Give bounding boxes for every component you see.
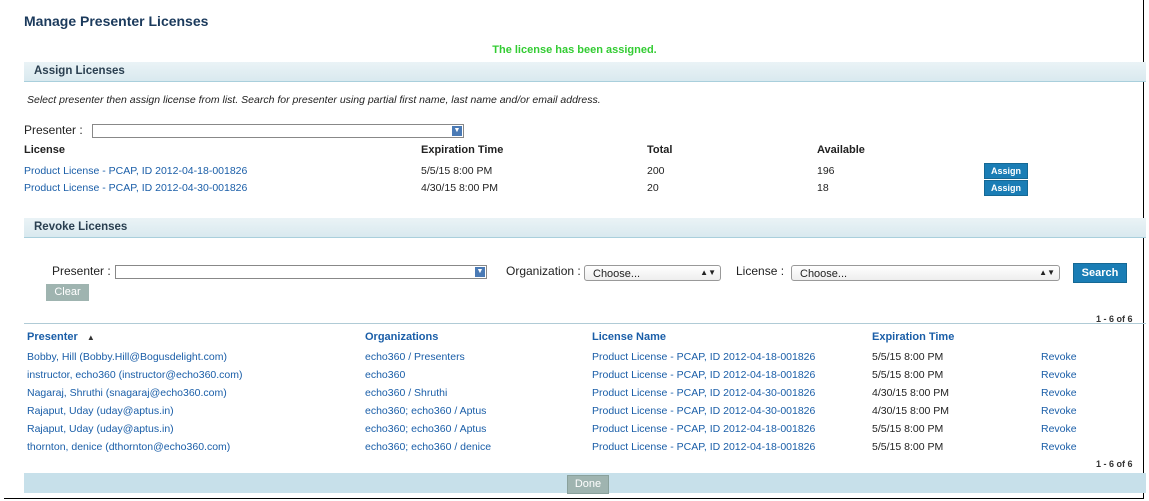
success-message: The license has been assigned. xyxy=(492,44,657,56)
license-link[interactable]: Product License - PCAP, ID 2012-04-18-00… xyxy=(24,165,247,177)
col-license-name[interactable]: License Name xyxy=(592,331,666,343)
license-label: License : xyxy=(736,264,785,278)
assign-section-title: Assign Licenses xyxy=(34,65,125,77)
expiration-cell: 4/30/15 8:00 PM xyxy=(872,387,950,399)
presenter-link[interactable]: Rajaput, Uday (uday@aptus.in) xyxy=(27,423,174,435)
revoke-link[interactable]: Revoke xyxy=(1041,351,1077,363)
license-link[interactable]: Product License - PCAP, ID 2012-04-30-00… xyxy=(24,182,247,194)
revoke-presenter-label: Presenter : xyxy=(52,264,111,278)
license-link[interactable]: Product License - PCAP, ID 2012-04-30-00… xyxy=(592,405,815,417)
total-cell: 200 xyxy=(647,165,665,177)
col-organizations[interactable]: Organizations xyxy=(365,331,438,343)
license-link[interactable]: Product License - PCAP, ID 2012-04-18-00… xyxy=(592,423,815,435)
chevron-down-icon: ▼ xyxy=(452,126,462,136)
col-available: Available xyxy=(817,144,865,156)
assign-button[interactable]: Assign xyxy=(984,163,1028,179)
revoke-section-title: Revoke Licenses xyxy=(34,221,128,233)
available-cell: 18 xyxy=(817,182,829,194)
revoke-presenter-select[interactable]: ▼ xyxy=(115,265,487,279)
organization-label: Organization : xyxy=(506,264,581,278)
col-presenter[interactable]: Presenter ▲ xyxy=(27,331,95,343)
updown-icon: ▲▼ xyxy=(1039,268,1055,277)
expiration-cell: 5/5/15 8:00 PM xyxy=(421,165,493,177)
license-select[interactable]: Choose... ▲▼ xyxy=(791,265,1060,281)
col-expiration-time: Expiration Time xyxy=(421,144,504,156)
chevron-down-icon: ▼ xyxy=(475,267,485,277)
available-cell: 196 xyxy=(817,165,835,177)
expiration-cell: 5/5/15 8:00 PM xyxy=(872,441,944,453)
pagination-count-bottom: 1 - 6 of 6 xyxy=(1096,459,1133,469)
assign-section-header: Assign Licenses xyxy=(24,62,1146,82)
presenter-link[interactable]: Nagaraj, Shruthi (snagaraj@echo360.com) xyxy=(27,387,227,399)
presenter-link[interactable]: Bobby, Hill (Bobby.Hill@Bogusdelight.com… xyxy=(27,351,227,363)
total-cell: 20 xyxy=(647,182,659,194)
col-license: License xyxy=(24,144,65,156)
license-link[interactable]: Product License - PCAP, ID 2012-04-18-00… xyxy=(592,441,815,453)
assign-instructions: Select presenter then assign license fro… xyxy=(27,94,601,106)
updown-icon: ▲▼ xyxy=(700,268,716,277)
clear-button[interactable]: Clear xyxy=(46,284,89,301)
license-value: Choose... xyxy=(800,268,848,280)
revoke-link[interactable]: Revoke xyxy=(1041,441,1077,453)
organization-link[interactable]: echo360; echo360 / Aptus xyxy=(365,405,486,417)
organization-link[interactable]: echo360; echo360 / denice xyxy=(365,441,491,453)
organization-link[interactable]: echo360 / Shruthi xyxy=(365,387,447,399)
expiration-cell: 5/5/15 8:00 PM xyxy=(872,369,944,381)
table-divider xyxy=(24,323,1146,324)
expiration-cell: 5/5/15 8:00 PM xyxy=(872,351,944,363)
page-title: Manage Presenter Licenses xyxy=(24,13,209,29)
col-expiration-time[interactable]: Expiration Time xyxy=(872,331,954,343)
sort-asc-icon: ▲ xyxy=(86,333,95,342)
license-link[interactable]: Product License - PCAP, ID 2012-04-18-00… xyxy=(592,369,815,381)
revoke-link[interactable]: Revoke xyxy=(1041,405,1077,417)
organization-select[interactable]: Choose... ▲▼ xyxy=(584,265,721,281)
search-button[interactable]: Search xyxy=(1073,263,1127,283)
expiration-cell: 5/5/15 8:00 PM xyxy=(872,423,944,435)
organization-link[interactable]: echo360 / Presenters xyxy=(365,351,465,363)
assign-presenter-label: Presenter : xyxy=(24,123,83,137)
presenter-link[interactable]: instructor, echo360 (instructor@echo360.… xyxy=(27,369,243,381)
revoke-section-header: Revoke Licenses xyxy=(24,218,1146,238)
organization-link[interactable]: echo360; echo360 / Aptus xyxy=(365,423,486,435)
expiration-cell: 4/30/15 8:00 PM xyxy=(421,182,499,194)
col-total: Total xyxy=(647,144,673,156)
organization-link[interactable]: echo360 xyxy=(365,369,405,381)
license-link[interactable]: Product License - PCAP, ID 2012-04-30-00… xyxy=(592,387,815,399)
revoke-link[interactable]: Revoke xyxy=(1041,423,1077,435)
assign-button[interactable]: Assign xyxy=(984,180,1028,196)
assign-presenter-select[interactable]: ▼ xyxy=(92,124,464,138)
presenter-link[interactable]: thornton, denice (dthornton@echo360.com) xyxy=(27,441,230,453)
revoke-link[interactable]: Revoke xyxy=(1041,369,1077,381)
done-button[interactable]: Done xyxy=(567,475,609,494)
col-presenter-label: Presenter xyxy=(27,331,78,343)
expiration-cell: 4/30/15 8:00 PM xyxy=(872,405,950,417)
license-link[interactable]: Product License - PCAP, ID 2012-04-18-00… xyxy=(592,351,815,363)
organization-value: Choose... xyxy=(593,268,641,280)
revoke-link[interactable]: Revoke xyxy=(1041,387,1077,399)
presenter-link[interactable]: Rajaput, Uday (uday@aptus.in) xyxy=(27,405,174,417)
